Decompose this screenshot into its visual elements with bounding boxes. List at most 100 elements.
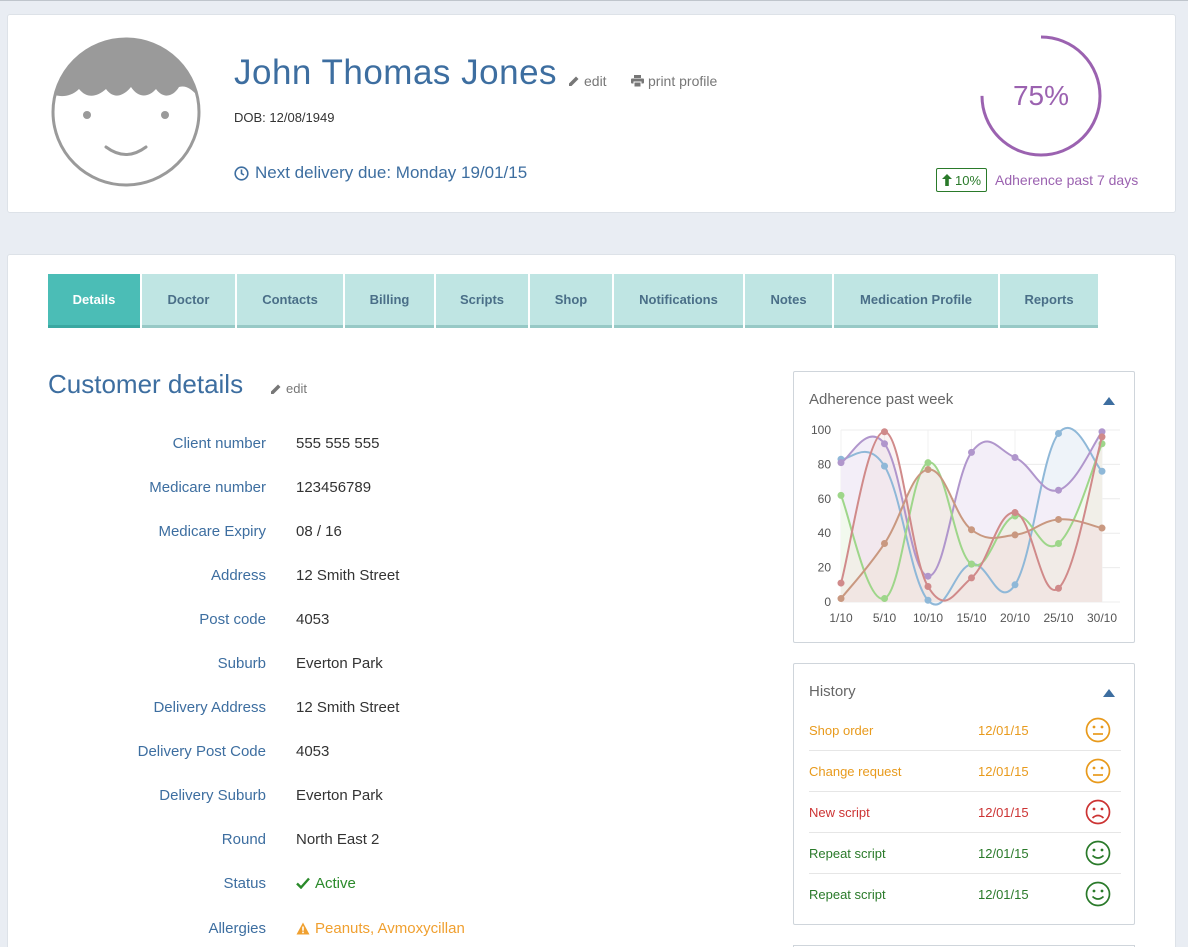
tab-label: Notes	[770, 292, 807, 307]
print-profile-link[interactable]: print profile	[631, 73, 717, 89]
collapse-history-button[interactable]	[1103, 689, 1115, 697]
data-point	[837, 595, 845, 603]
next-delivery-text: Next delivery due: Monday 19/01/15	[255, 163, 528, 182]
field-value: 4053	[296, 610, 330, 628]
status-value: Active	[296, 875, 356, 892]
field-value: 123456789	[296, 478, 372, 496]
adherence-percent: 75%	[1012, 80, 1070, 111]
history-row[interactable]: Repeat script 12/01/15	[809, 833, 1121, 874]
data-point	[837, 491, 845, 499]
field-delivery-suburb: Delivery Suburb Everton Park	[8, 783, 748, 807]
data-point	[1098, 467, 1106, 475]
tab-details[interactable]: Details	[48, 274, 140, 328]
field-value: Everton Park	[296, 786, 383, 804]
edit-label: edit	[584, 73, 607, 89]
field-label: Delivery Address	[153, 698, 266, 716]
field-value: Everton Park	[296, 654, 383, 672]
data-point	[968, 560, 975, 568]
field-value: 12 Smith Street	[296, 566, 400, 584]
history-item-name: Shop order	[809, 722, 874, 738]
data-point	[881, 462, 888, 470]
y-tick-label: 60	[818, 492, 832, 506]
main-card: Details Doctor Contacts Billing Scripts …	[7, 254, 1176, 947]
y-tick-label: 0	[824, 595, 831, 609]
tab-label: Medication Profile	[860, 292, 972, 307]
allergies-text: Peanuts, Avmoxycillan	[315, 919, 465, 937]
data-point	[1055, 429, 1062, 437]
field-value: North East 2	[296, 830, 380, 848]
history-row[interactable]: Repeat script 12/01/15	[809, 874, 1121, 915]
tab-label: Scripts	[459, 292, 505, 307]
field-round: Round North East 2	[8, 827, 748, 851]
field-client-number: Client number 555 555 555	[8, 431, 748, 455]
data-point	[1011, 454, 1019, 462]
tab-scripts[interactable]: Scripts	[436, 274, 528, 328]
field-label: Medicare Expiry	[158, 522, 266, 540]
data-point	[1098, 433, 1106, 441]
edit-profile-link[interactable]: edit	[568, 73, 607, 89]
history-item-date: 12/01/15	[978, 845, 1029, 861]
tab-reports[interactable]: Reports	[1000, 274, 1098, 328]
next-delivery: Next delivery due: Monday 19/01/15	[234, 163, 527, 183]
x-tick-label: 5/10	[873, 611, 897, 625]
field-value: 12 Smith Street	[296, 698, 400, 716]
x-tick-label: 30/10	[1087, 611, 1117, 625]
print-label: print profile	[648, 73, 718, 89]
data-point	[968, 526, 975, 534]
history-item-name: Repeat script	[809, 887, 886, 902]
data-point	[837, 459, 845, 467]
field-label: Client number	[172, 434, 266, 452]
field-label: Allergies	[208, 919, 266, 937]
adherence-trend-badge: 10%	[936, 168, 988, 192]
x-tick-label: 25/10	[1043, 611, 1073, 625]
tab-label: Contacts	[262, 292, 318, 307]
history-panel: History Shop order 12/01/15 Change request…	[793, 663, 1135, 925]
data-point	[924, 572, 932, 580]
field-suburb: Suburb Everton Park	[8, 651, 748, 675]
data-point	[881, 595, 888, 603]
tab-shop[interactable]: Shop	[530, 274, 612, 328]
pencil-icon	[271, 384, 281, 394]
history-row[interactable]: New script 12/01/15	[809, 792, 1121, 833]
status-text: Active	[315, 874, 356, 892]
history-item-date: 12/01/15	[978, 887, 1029, 902]
customer-name: John Thomas Jones	[234, 53, 558, 92]
history-item-date: 12/01/15	[978, 763, 1029, 779]
tab-doctor[interactable]: Doctor	[142, 274, 235, 328]
tab-billing[interactable]: Billing	[345, 274, 434, 328]
data-point	[1011, 581, 1019, 589]
happy-face-icon	[1085, 840, 1111, 866]
field-label: Medicare number	[149, 478, 266, 496]
tab-contacts[interactable]: Contacts	[237, 274, 343, 328]
field-allergies: Allergies Peanuts, Avmoxycillan	[8, 916, 748, 940]
field-label: Delivery Post Code	[137, 742, 266, 760]
adherence-chart: 0 20 40 60 80 100 1/10 5/10 10/10 15/10 20/10 25/10…	[811, 423, 1120, 625]
tab-medication-profile[interactable]: Medication Profile	[834, 274, 998, 328]
data-point	[924, 459, 932, 467]
field-label: Address	[210, 566, 266, 584]
data-point	[924, 466, 932, 474]
history-item-name: Repeat script	[809, 845, 886, 861]
field-value: 08 / 16	[296, 522, 342, 540]
tab-label: Shop	[554, 292, 588, 307]
field-label: Delivery Suburb	[159, 786, 266, 804]
tab-notifications[interactable]: Notifications	[614, 274, 743, 328]
x-tick-label: 15/10	[956, 611, 986, 625]
edit-customer-details-link[interactable]: edit	[270, 381, 307, 396]
history-row[interactable]: Change request 12/01/15	[809, 751, 1121, 792]
field-address: Address 12 Smith Street	[8, 563, 748, 587]
field-medicare-number: Medicare number 123456789	[8, 475, 748, 499]
history-row[interactable]: Shop order 12/01/15	[809, 710, 1121, 751]
trend-value: 10%	[955, 172, 982, 188]
data-point	[1011, 509, 1019, 517]
data-point	[924, 596, 932, 604]
data-point	[881, 440, 888, 448]
allergies-value: Peanuts, Avmoxycillan	[296, 920, 465, 937]
customer-details-title: Customer details	[48, 369, 244, 399]
warning-icon	[296, 922, 310, 934]
tab-notes[interactable]: Notes	[745, 274, 832, 328]
adherence-label: Adherence past 7 days	[995, 172, 1139, 188]
history-item-name: New script	[809, 804, 870, 820]
field-delivery-address: Delivery Address 12 Smith Street	[8, 695, 748, 719]
y-tick-label: 40	[818, 526, 832, 540]
